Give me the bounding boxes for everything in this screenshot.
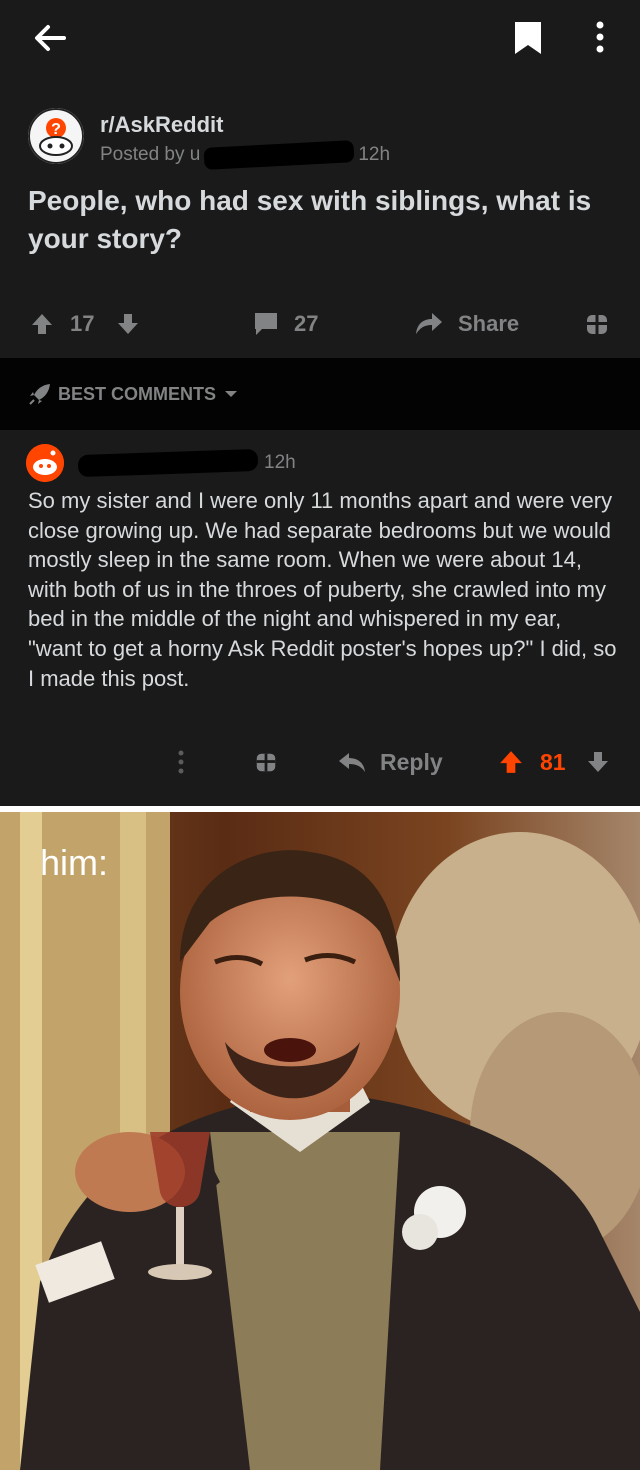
back-arrow-icon[interactable] <box>30 18 70 58</box>
gift-icon <box>587 315 607 334</box>
more-options-icon[interactable] <box>586 18 614 58</box>
share-button[interactable]: Share <box>414 304 519 344</box>
post-age: 12h <box>358 144 391 166</box>
comment-sort-bar: BEST COMMENTS <box>0 358 640 430</box>
downvote-arrow-icon <box>588 752 608 772</box>
meme-caption: him: <box>40 842 109 883</box>
posted-by-label[interactable]: Posted by u <box>100 144 200 165</box>
comment-upvote-button[interactable] <box>498 742 524 782</box>
laughing-man-illustration <box>0 812 640 1470</box>
share-label: Share <box>458 311 520 336</box>
bookmark-icon[interactable] <box>512 20 544 56</box>
award-button[interactable] <box>584 304 610 344</box>
post-title[interactable]: People, who had sex with siblings, what … <box>28 182 618 258</box>
comment-meta: 12h <box>77 448 296 478</box>
comment-body: So my sister and I were only 11 months a… <box>28 488 617 691</box>
share-arrow-icon <box>416 313 442 334</box>
comment-count: 27 <box>294 311 319 336</box>
post-meta: Posted by u 12h <box>100 140 391 170</box>
meme-image: him: <box>0 812 640 1470</box>
sort-dropdown[interactable]: BEST COMMENTS <box>28 382 238 406</box>
upvote-arrow-icon <box>32 314 52 334</box>
askreddit-logo-icon: ? <box>28 108 84 164</box>
gift-icon <box>256 753 276 772</box>
reply-label: Reply <box>380 748 443 775</box>
vote-count: 17 <box>70 311 95 336</box>
comment-bubble-icon <box>255 313 277 335</box>
redacted-username <box>203 140 355 170</box>
upvote-button[interactable] <box>30 304 54 344</box>
comment-card: 12h So my sister and I were only 11 mont… <box>0 430 640 806</box>
comment-actions: Reply 81 <box>0 742 640 782</box>
comments-button[interactable]: 27 <box>252 304 318 344</box>
reply-button[interactable]: Reply <box>338 742 443 782</box>
downvote-arrow-icon <box>118 314 138 334</box>
top-app-bar <box>0 0 640 86</box>
subreddit-avatar[interactable]: ? <box>28 108 84 164</box>
redacted-username <box>77 448 259 478</box>
sort-label: BEST COMMENTS <box>58 383 217 404</box>
comment-award-button[interactable] <box>254 742 278 782</box>
more-options-icon <box>178 750 184 774</box>
comment-score: 81 <box>540 748 566 775</box>
chevron-down-icon <box>225 391 238 397</box>
comment-downvote-button[interactable] <box>586 742 610 782</box>
comment-more-button[interactable] <box>176 742 186 782</box>
comment-age: 12h <box>264 452 296 474</box>
svg-text:?: ? <box>51 121 61 138</box>
post-card: ? r/AskReddit Posted by u 12h People, who… <box>0 86 640 358</box>
downvote-button[interactable] <box>116 304 140 344</box>
snoo-icon <box>26 444 64 482</box>
subreddit-name[interactable]: r/AskReddit <box>100 112 223 138</box>
post-actions: 17 27 Share <box>0 304 640 344</box>
rocket-icon <box>29 384 50 405</box>
upvote-arrow-icon <box>500 751 522 773</box>
reply-arrow-icon <box>339 753 365 772</box>
commenter-avatar[interactable] <box>26 444 64 482</box>
